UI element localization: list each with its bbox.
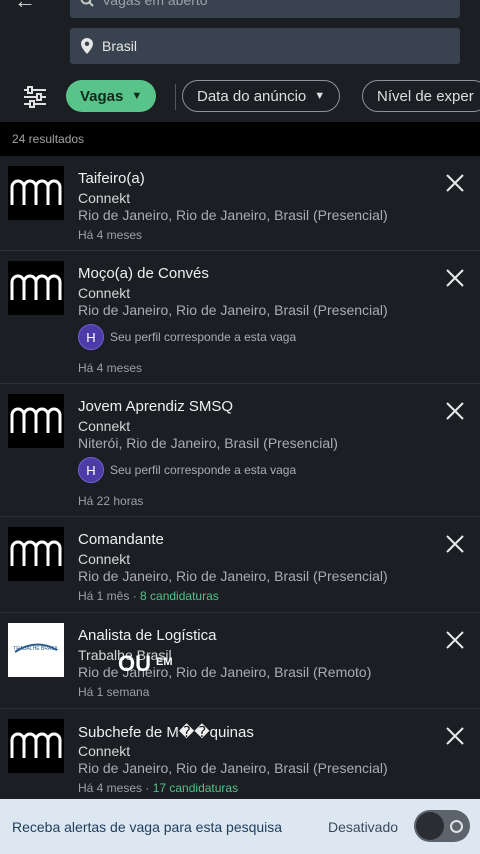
posted-time: Há 4 meses bbox=[78, 361, 143, 375]
company-logo bbox=[8, 166, 64, 220]
dismiss-job-close-icon[interactable] bbox=[444, 172, 466, 194]
job-title[interactable]: Moço(a) de Convés bbox=[78, 265, 209, 282]
profile-match: H Seu perfil corresponde a esta vaga bbox=[78, 457, 296, 483]
location-pin-icon bbox=[80, 37, 102, 55]
keyword-search-field[interactable]: Vagas em aberto bbox=[70, 0, 460, 18]
back-arrow-icon[interactable]: ← bbox=[14, 0, 36, 14]
video-caption-overlay: OU bbox=[118, 651, 151, 676]
job-location: Rio de Janeiro, Rio de Janeiro, Brasil (… bbox=[78, 568, 388, 584]
posted-time: Há 22 horas bbox=[78, 494, 144, 508]
company-logo bbox=[8, 394, 64, 448]
job-card[interactable]: Taifeiro(a) Connekt Rio de Janeiro, Rio … bbox=[0, 156, 480, 251]
dismiss-job-close-icon[interactable] bbox=[444, 629, 466, 651]
company-logo bbox=[8, 719, 64, 773]
caret-down-icon: ▼ bbox=[131, 90, 143, 102]
search-header: ← Vagas em aberto Brasil Vagas ▼ Data do… bbox=[0, 0, 480, 122]
job-meta: Há 4 meses bbox=[78, 361, 142, 375]
job-meta: Há 4 meses · 17 candidaturas bbox=[78, 781, 238, 795]
job-card[interactable]: Jovem Aprendiz SMSQ Connekt Niterói, Rio… bbox=[0, 384, 480, 517]
job-title[interactable]: Comandante bbox=[78, 531, 164, 548]
toggle-knob bbox=[416, 812, 444, 840]
match-avatar: H bbox=[78, 324, 104, 350]
company-logo: TRABALHE BRASIL bbox=[8, 623, 64, 677]
company-name: Connekt bbox=[78, 418, 131, 434]
filter-chip-level[interactable]: Nível de exper bbox=[362, 80, 480, 112]
job-alert-status: Desativado bbox=[328, 819, 399, 835]
location-field[interactable]: Brasil bbox=[70, 28, 460, 64]
job-meta: Há 1 semana bbox=[78, 685, 149, 699]
toggle-off-icon bbox=[450, 820, 463, 833]
posted-time: Há 4 meses bbox=[78, 228, 143, 242]
posted-time: Há 1 mês bbox=[78, 589, 130, 603]
caret-down-icon: ▼ bbox=[314, 90, 326, 102]
results-count: 24 resultados bbox=[12, 132, 85, 146]
job-location: Niterói, Rio de Janeiro, Brasil (Presenc… bbox=[78, 435, 338, 451]
dismiss-job-close-icon[interactable] bbox=[444, 267, 466, 289]
job-title[interactable]: Jovem Aprendiz SMSQ bbox=[78, 398, 233, 415]
company-name: Connekt bbox=[78, 551, 131, 567]
job-location: Rio de Janeiro, Rio de Janeiro, Brasil (… bbox=[78, 760, 388, 776]
company-name: Connekt bbox=[78, 285, 131, 301]
job-meta: Há 1 mês · 8 candidaturas bbox=[78, 589, 219, 603]
posted-time: Há 1 semana bbox=[78, 685, 150, 699]
meta-separator: · bbox=[142, 781, 153, 795]
dismiss-job-close-icon[interactable] bbox=[444, 533, 466, 555]
job-card[interactable]: Comandante Connekt Rio de Janeiro, Rio d… bbox=[0, 517, 480, 613]
match-text: Seu perfil corresponde a esta vaga bbox=[110, 330, 297, 344]
filter-divider bbox=[175, 84, 176, 110]
logo-text: TRABALHE BRASIL bbox=[13, 646, 59, 652]
company-logo bbox=[8, 261, 64, 315]
filter-chip-vagas-label: Vagas bbox=[80, 87, 124, 105]
match-text: Seu perfil corresponde a esta vaga bbox=[110, 463, 297, 477]
video-caption-superscript: EM bbox=[156, 656, 173, 668]
job-location: Rio de Janeiro, Rio de Janeiro, Brasil (… bbox=[78, 302, 388, 318]
dismiss-job-close-icon[interactable] bbox=[444, 400, 466, 422]
search-icon bbox=[80, 0, 102, 7]
match-avatar: H bbox=[78, 457, 104, 483]
job-card[interactable]: TRABALHE BRASIL Analista de Logística Tr… bbox=[0, 613, 480, 709]
company-logo bbox=[8, 527, 64, 581]
dismiss-job-close-icon[interactable] bbox=[444, 725, 466, 747]
job-alert-bar: Receba alertas de vaga para esta pesquis… bbox=[0, 799, 480, 854]
filter-chip-level-label: Nível de exper bbox=[377, 87, 474, 105]
filter-chip-vagas[interactable]: Vagas ▼ bbox=[66, 80, 157, 112]
job-alert-toggle[interactable] bbox=[414, 810, 470, 842]
results-count-bar: 24 resultados bbox=[0, 122, 480, 156]
job-title[interactable]: Taifeiro(a) bbox=[78, 170, 145, 187]
company-name: Connekt bbox=[78, 190, 131, 206]
job-title[interactable]: Subchefe de M��quinas bbox=[78, 723, 254, 741]
applications-count: 8 candidaturas bbox=[140, 589, 219, 603]
job-card[interactable]: Moço(a) de Convés Connekt Rio de Janeiro… bbox=[0, 251, 480, 384]
filter-chip-date-label: Data do anúncio bbox=[197, 87, 307, 105]
filter-chip-date[interactable]: Data do anúncio ▼ bbox=[182, 80, 341, 112]
job-list: Taifeiro(a) Connekt Rio de Janeiro, Rio … bbox=[0, 156, 480, 805]
keyword-value: Vagas em aberto bbox=[102, 0, 208, 8]
job-meta: Há 22 horas bbox=[78, 494, 143, 508]
meta-separator: · bbox=[129, 589, 141, 603]
posted-time: Há 4 meses bbox=[78, 781, 143, 795]
job-location: Rio de Janeiro, Rio de Janeiro, Brasil (… bbox=[78, 207, 388, 223]
job-meta: Há 4 meses bbox=[78, 228, 142, 242]
applications-count: 17 candidaturas bbox=[152, 781, 239, 795]
job-title[interactable]: Analista de Logística bbox=[78, 627, 216, 644]
location-value: Brasil bbox=[102, 38, 138, 54]
company-name: Connekt bbox=[78, 743, 131, 759]
profile-match: H Seu perfil corresponde a esta vaga bbox=[78, 324, 296, 350]
job-alert-text: Receba alertas de vaga para esta pesquis… bbox=[12, 819, 283, 835]
job-card[interactable]: Subchefe de M��quinas Connekt Rio de Jan… bbox=[0, 709, 480, 805]
filter-bar: Vagas ▼ Data do anúncio ▼ Nível de exper bbox=[0, 76, 480, 118]
filter-sliders-icon[interactable] bbox=[22, 84, 48, 110]
